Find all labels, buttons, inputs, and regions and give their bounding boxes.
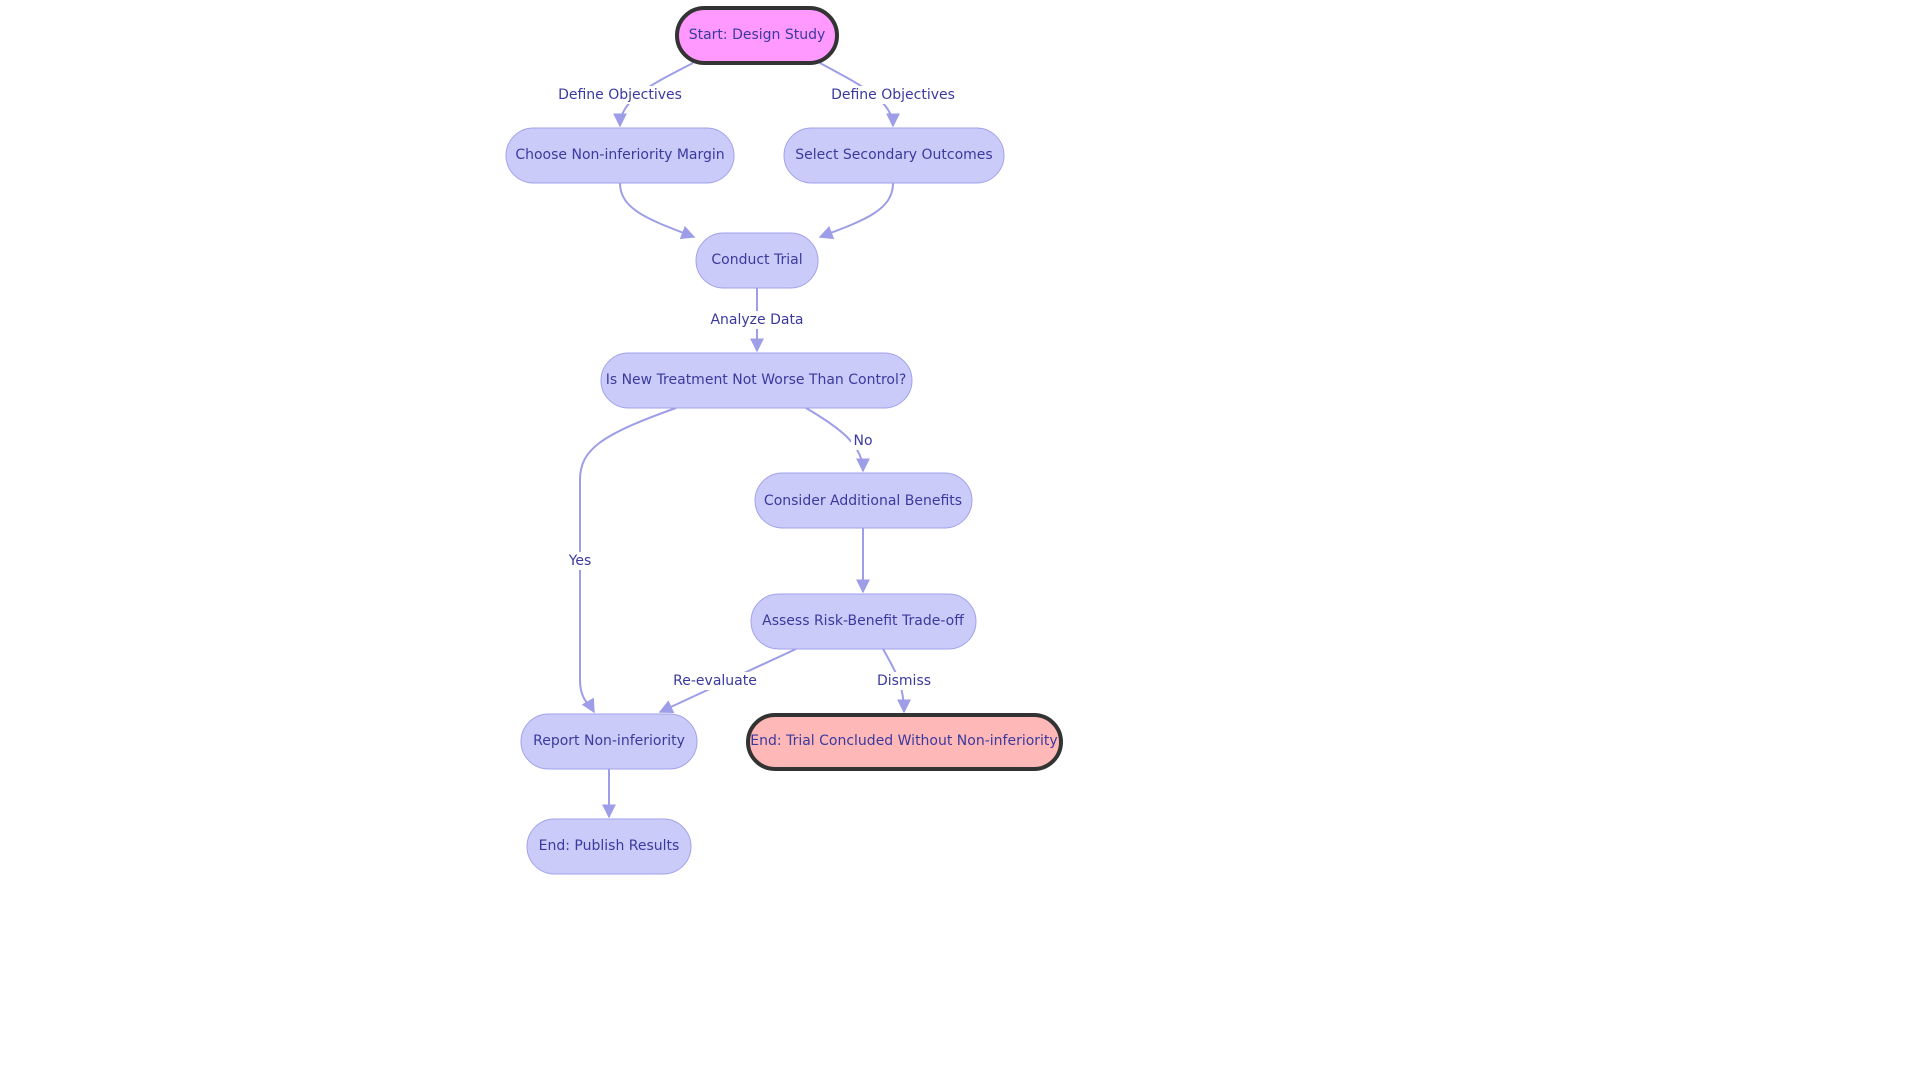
edge-label-analyze-data: Analyze Data	[710, 311, 804, 329]
svg-text:Choose Non-inferiority Margin: Choose Non-inferiority Margin	[515, 147, 724, 163]
svg-text:Consider Additional Benefits: Consider Additional Benefits	[764, 493, 962, 509]
node-start[interactable]: Start: Design Study	[675, 6, 839, 65]
svg-text:Start: Design Study: Start: Design Study	[689, 27, 826, 43]
edge-label-define-objectives-1: Define Objectives	[558, 86, 682, 104]
svg-text:Define Objectives: Define Objectives	[558, 87, 682, 103]
edge-label-define-objectives-2: Define Objectives	[831, 86, 955, 104]
node-conduct-trial[interactable]: Conduct Trial	[695, 232, 819, 289]
edge-label-re-evaluate: Re-evaluate	[673, 672, 757, 690]
node-publish[interactable]: End: Publish Results	[526, 818, 692, 875]
svg-text:Select Secondary Outcomes: Select Secondary Outcomes	[795, 147, 992, 163]
node-select-secondary[interactable]: Select Secondary Outcomes	[783, 127, 1005, 184]
edge-label-no: No	[851, 432, 875, 450]
svg-text:Re-evaluate: Re-evaluate	[673, 673, 757, 689]
svg-text:Conduct Trial: Conduct Trial	[711, 252, 802, 268]
svg-text:Report Non-inferiority: Report Non-inferiority	[533, 733, 685, 749]
node-assess-risk[interactable]: Assess Risk-Benefit Trade-off	[750, 593, 977, 650]
svg-text:Analyze Data: Analyze Data	[710, 312, 803, 328]
svg-text:End: Publish Results: End: Publish Results	[539, 838, 680, 854]
node-report[interactable]: Report Non-inferiority	[520, 713, 698, 770]
node-choose-margin[interactable]: Choose Non-inferiority Margin	[505, 127, 735, 184]
flowchart: Define Objectives Define Objectives Anal…	[505, 6, 1063, 875]
svg-text:Define Objectives: Define Objectives	[831, 87, 955, 103]
edge-label-yes: Yes	[565, 552, 595, 570]
edge-secondary-trial	[818, 182, 894, 240]
svg-text:Dismiss: Dismiss	[877, 673, 931, 689]
svg-text:Is New Treatment Not Worse Tha: Is New Treatment Not Worse Than Control?	[606, 372, 907, 388]
svg-text:Assess Risk-Benefit Trade-off: Assess Risk-Benefit Trade-off	[762, 613, 964, 629]
node-decision[interactable]: Is New Treatment Not Worse Than Control?	[600, 352, 913, 409]
svg-text:Yes: Yes	[568, 553, 592, 569]
node-consider-benefits[interactable]: Consider Additional Benefits	[754, 472, 973, 529]
edge-label-dismiss: Dismiss	[876, 672, 932, 690]
node-end-fail[interactable]: End: Trial Concluded Without Non-inferio…	[746, 713, 1063, 771]
svg-text:End: Trial Concluded Without N: End: Trial Concluded Without Non-inferio…	[750, 733, 1057, 749]
svg-text:No: No	[853, 433, 872, 449]
edge-margin-trial	[619, 182, 696, 239]
